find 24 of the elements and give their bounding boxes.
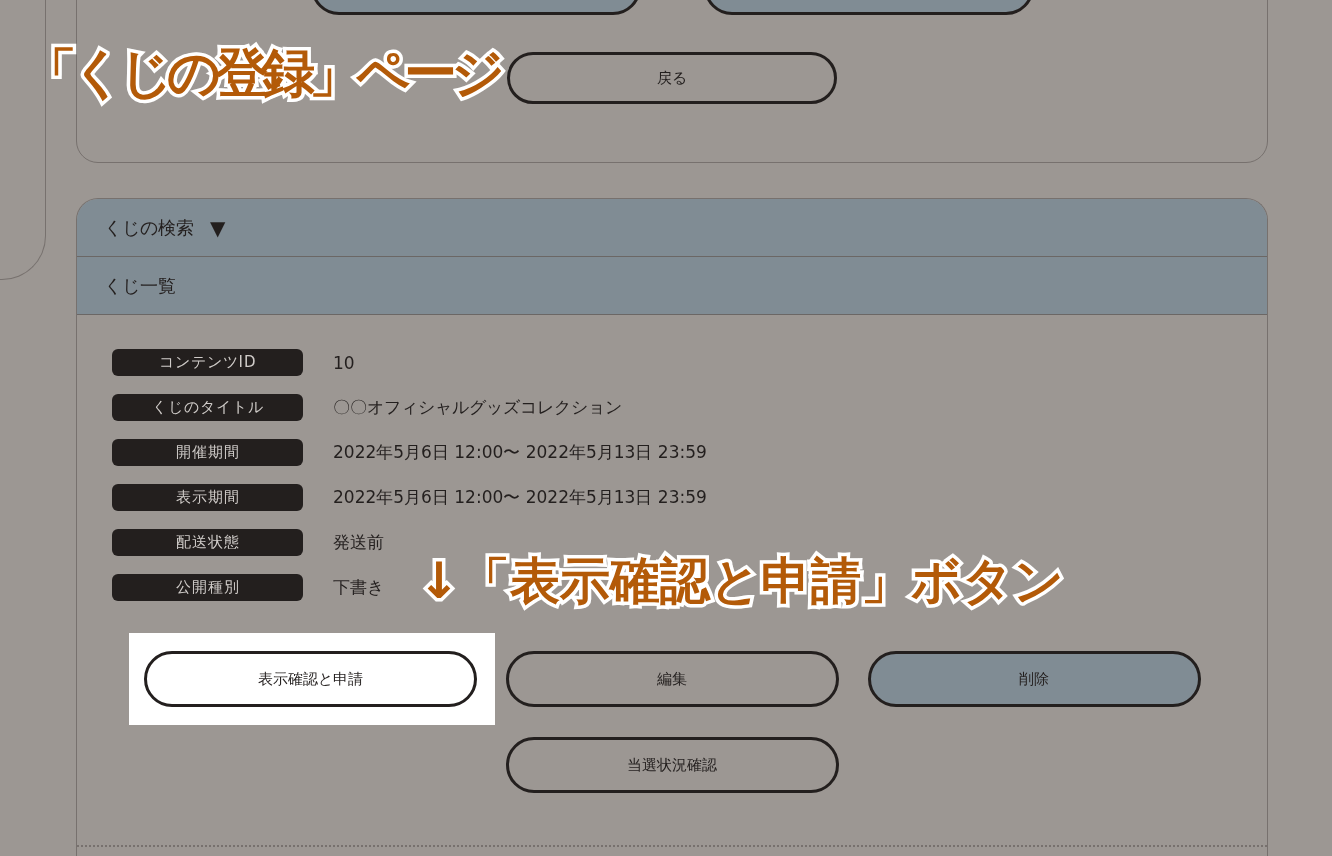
button[interactable]: 戻る [507, 52, 837, 104]
button[interactable]: 表示確認と申請 [143, 651, 477, 707]
annotation-text: ↓「表示確認と申請」ボタン [418, 551, 1064, 612]
field-value: 〇〇オフィシャルグッズコレクション [333, 396, 622, 419]
button[interactable]: 当選状況確認 [505, 737, 839, 793]
field-label: 公開種別 [112, 574, 303, 601]
caret-icon[interactable]: ▼ [210, 215, 226, 240]
section-header[interactable]: くじ一覧 [77, 257, 1267, 315]
section-header[interactable]: くじの検索 ▼ [77, 199, 1267, 257]
button[interactable]: 削除 [867, 651, 1201, 707]
field-value: 10 [333, 352, 355, 373]
annotation-text: 「くじの登録」ページ [24, 41, 499, 105]
field-label: 開催期間 [112, 439, 303, 466]
field-label: 配送状態 [112, 529, 303, 556]
field-value: 発送前 [333, 531, 384, 554]
section-title: くじの検索 [104, 215, 194, 240]
field-label: 表示期間 [112, 484, 303, 511]
section-title: くじ一覧 [104, 273, 176, 298]
field-label: コンテンツID [112, 349, 303, 376]
field-label: くじのタイトル [112, 394, 303, 421]
field-value: 2022年5月6日 12:00〜 2022年5月13日 23:59 [333, 441, 707, 464]
field-value: 2022年5月6日 12:00〜 2022年5月13日 23:59 [333, 486, 707, 509]
button[interactable]: 編集 [505, 651, 839, 707]
field-value: 下書き [333, 576, 384, 599]
